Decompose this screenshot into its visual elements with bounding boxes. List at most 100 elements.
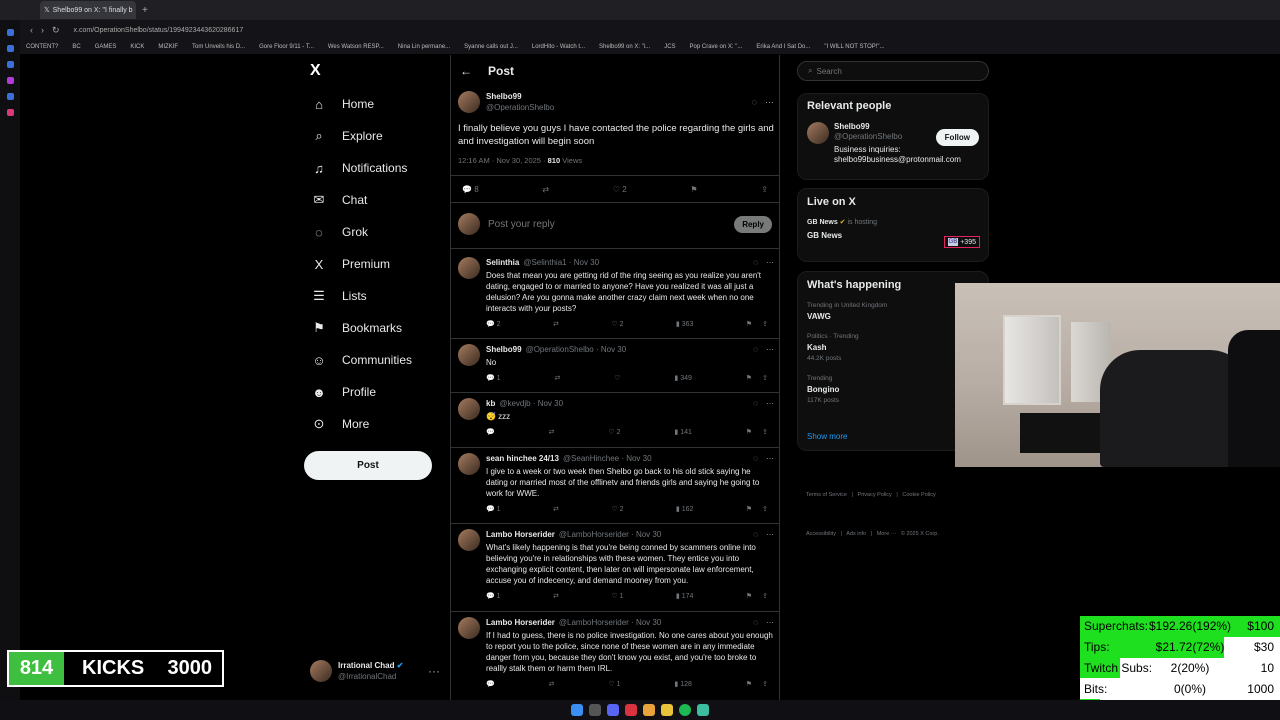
bookmark-item[interactable]: Erika And I Sat Do...	[756, 44, 810, 50]
reply-author[interactable]: Lambo Horserider	[486, 529, 555, 540]
url-text[interactable]: x.com/OperationShelbo/status/19949234436…	[74, 27, 244, 34]
avatar[interactable]	[458, 344, 480, 366]
reply-author[interactable]: Selinthia	[486, 257, 519, 268]
avatar[interactable]	[458, 453, 480, 475]
views-action[interactable]: ▮ 162	[676, 505, 694, 513]
nav-item-explore[interactable]: ⌕ Explore	[300, 120, 440, 152]
views-action[interactable]: ▮ 174	[676, 592, 694, 600]
share-icon[interactable]: ⇪	[762, 592, 768, 600]
more-icon[interactable]: ···	[766, 529, 774, 540]
post-button[interactable]: Post	[304, 451, 432, 480]
like-action[interactable]: ♡ 1	[611, 592, 623, 600]
views-action[interactable]: ▮ 141	[674, 428, 692, 436]
bookmark-item[interactable]: KICK	[130, 44, 144, 50]
repost-icon[interactable]: ⇄	[554, 374, 560, 382]
sidebar-app-icon[interactable]	[6, 93, 14, 100]
bookmark-item[interactable]: Tom Unveils his D...	[192, 44, 245, 50]
bookmark-icon[interactable]: ⚑	[746, 505, 752, 513]
bookmark-item[interactable]: Pop Crave on X: "...	[690, 44, 743, 50]
nav-item-profile[interactable]: ☻ Profile	[300, 376, 440, 408]
share-icon[interactable]: ⇪	[762, 428, 768, 436]
like-action[interactable]: ♡ 1	[608, 680, 620, 688]
nav-item-bookmarks[interactable]: ⚑ Bookmarks	[300, 312, 440, 344]
opera-icon[interactable]	[625, 704, 637, 716]
avatar[interactable]	[458, 91, 480, 113]
grok-icon[interactable]: ◌	[753, 257, 758, 268]
reply-item[interactable]: kb @kevdjb · Nov 30 ◌ ··· 😴 zzz 💬 ⇄ ♡ 2 …	[458, 398, 774, 436]
bookmark-item[interactable]: Nina Lin permane...	[398, 44, 450, 50]
bookmark-icon[interactable]: ⚑	[746, 428, 752, 436]
grok-icon[interactable]: ◌	[753, 344, 758, 355]
bookmark-icon[interactable]: ⚑	[746, 680, 752, 688]
bookmark-item[interactable]: MIZKIF	[158, 44, 178, 50]
windows-start-icon[interactable]	[571, 704, 583, 716]
reply-button[interactable]: Reply	[734, 215, 772, 233]
post-author[interactable]: Shelbo99	[486, 91, 554, 102]
share-icon[interactable]: ⇪	[762, 680, 768, 688]
sidebar-app-icon[interactable]	[6, 77, 14, 84]
nav-item-communities[interactable]: ☺ Communities	[300, 344, 440, 376]
more-icon[interactable]: ···	[766, 617, 774, 628]
search-input[interactable]: ⌕ Search	[797, 61, 989, 81]
follow-button[interactable]: Follow	[935, 129, 979, 146]
folder-icon[interactable]	[661, 704, 673, 716]
repost-icon[interactable]: ⇄	[553, 320, 559, 328]
repost-icon[interactable]: ⇄	[553, 592, 559, 600]
bookmark-icon[interactable]: ⚑	[746, 374, 752, 382]
like-action[interactable]: ♡ 2	[613, 185, 627, 194]
avatar[interactable]	[458, 398, 480, 420]
search-icon[interactable]	[589, 704, 601, 716]
views-action[interactable]: ▮ 128	[674, 680, 692, 688]
bookmark-item[interactable]: "I WILL NOT STOP!"...	[824, 44, 884, 50]
like-action[interactable]: ♡ 2	[611, 320, 623, 328]
more-icon[interactable]: ···	[766, 398, 774, 409]
sidebar-app-icon[interactable]	[6, 61, 14, 68]
grok-icon[interactable]: ◌	[752, 97, 757, 107]
reply-item[interactable]: Shelbo99 @OperationShelbo · Nov 30 ◌ ···…	[458, 344, 774, 382]
repost-icon[interactable]: ⇄	[553, 505, 559, 513]
reply-action[interactable]: 💬 8	[462, 185, 479, 194]
nav-item-notifications[interactable]: ♫ Notifications	[300, 152, 440, 184]
reply-action[interactable]: 💬 1	[486, 374, 501, 382]
reply-action[interactable]: 💬	[486, 680, 495, 688]
reply-author[interactable]: Lambo Horserider	[486, 617, 555, 628]
live-badge[interactable]: GB +395	[943, 236, 980, 248]
share-icon[interactable]: ⇪	[762, 505, 768, 513]
bookmark-item[interactable]: Wes Watson RESP...	[328, 44, 384, 50]
reply-item[interactable]: Lambo Horserider @LamboHorserider · Nov …	[458, 617, 774, 688]
more-icon[interactable]: ···	[766, 257, 774, 268]
bookmark-item[interactable]: GAMES	[95, 44, 117, 50]
reply-author[interactable]: Shelbo99	[486, 344, 522, 355]
bookmark-item[interactable]: Syanne calls out J...	[464, 44, 518, 50]
grok-icon[interactable]: ◌	[753, 529, 758, 540]
reply-item[interactable]: sean hinchee 24/13 @SeanHinchee · Nov 30…	[458, 453, 774, 513]
more-icon[interactable]: ···	[428, 664, 440, 678]
avatar[interactable]	[458, 617, 480, 639]
live-host[interactable]: GB News	[807, 219, 838, 226]
share-icon[interactable]: ⇪	[761, 185, 768, 194]
bookmark-item[interactable]: CONTENT?	[26, 44, 58, 50]
avatar[interactable]	[458, 529, 480, 551]
grok-icon[interactable]: ◌	[753, 453, 758, 464]
reply-action[interactable]: 💬 2	[486, 320, 501, 328]
share-icon[interactable]: ⇪	[762, 320, 768, 328]
nav-item-premium[interactable]: X Premium	[300, 248, 440, 280]
more-icon[interactable]: ···	[766, 344, 774, 355]
forward-icon[interactable]: ›	[41, 25, 44, 35]
like-action[interactable]: ♡	[614, 374, 620, 382]
reply-action[interactable]: 💬	[486, 428, 495, 436]
bookmark-item[interactable]: Gore Floor 9/11 - T...	[259, 44, 314, 50]
more-icon[interactable]: ···	[765, 97, 774, 107]
bookmark-item[interactable]: LordHito - Watch t...	[532, 44, 585, 50]
repost-icon[interactable]: ⇄	[549, 428, 555, 436]
post-handle[interactable]: @OperationShelbo	[486, 102, 554, 113]
repost-icon[interactable]: ⇄	[542, 185, 549, 194]
grok-icon[interactable]: ◌	[753, 617, 758, 628]
bookmark-icon[interactable]: ⚑	[746, 320, 752, 328]
repost-icon[interactable]: ⇄	[549, 680, 555, 688]
reply-action[interactable]: 💬 1	[486, 505, 501, 513]
reply-author[interactable]: sean hinchee 24/13	[486, 453, 559, 464]
x-logo[interactable]: X	[310, 62, 321, 80]
like-action[interactable]: ♡ 2	[611, 505, 623, 513]
chrome-icon[interactable]	[643, 704, 655, 716]
